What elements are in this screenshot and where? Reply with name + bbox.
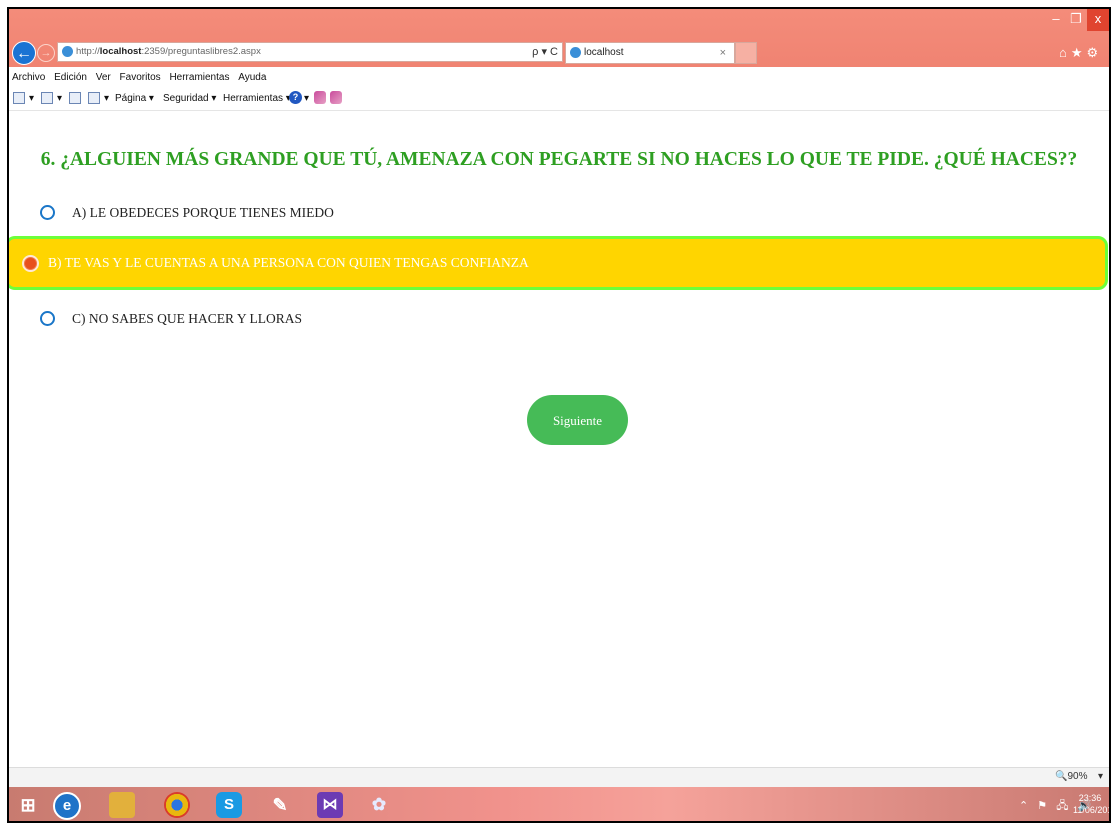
status-bar: 🔍90% ▾ [9,767,1109,788]
menu-favoritos[interactable]: Favoritos [120,67,161,88]
option-c-label: C) NO SABES QUE HACER Y LLORAS [72,311,303,326]
clock-time: 23:36 [1078,793,1102,803]
menu-ver[interactable]: Ver [96,67,111,88]
tab-close-icon[interactable]: × [720,43,726,63]
option-c[interactable]: C) NO SABES QUE HACER Y LLORAS [9,304,1109,334]
ie-tab-icon [570,46,581,58]
windows-start-icon[interactable]: ⊞ [15,792,41,818]
command-bar: ▾ ▾ ▾ Página ▾ Seguridad ▾ Herramientas … [9,88,1109,111]
browser-window: – ❐ x ← → http://localhost:2359/pregunta… [9,9,1109,821]
menu-herramientas[interactable]: Herramientas [169,67,229,88]
visual-studio-icon[interactable]: ⋈ [317,792,343,818]
home-favorites-tools-icons[interactable]: ⌂★⚙ [1059,45,1102,61]
print-icon[interactable] [88,92,100,104]
security-menu[interactable]: Seguridad ▾ [163,91,216,107]
tools-app-icon[interactable]: ✎ [267,792,293,818]
option-a-label: A) LE OBEDECES PORQUE TIENES MIEDO [72,205,334,220]
screenshot-frame: – ❐ x ← → http://localhost:2359/pregunta… [7,7,1111,823]
option-a[interactable]: A) LE OBEDECES PORQUE TIENES MIEDO [9,198,1109,228]
feeds-icon[interactable] [41,92,53,104]
help-icon[interactable]: ? [289,91,302,104]
new-tab-button[interactable] [735,42,757,64]
close-button[interactable]: x [1087,9,1109,31]
radio-option-b[interactable] [22,255,39,272]
radio-option-a[interactable] [40,205,55,220]
ie-page-icon [62,45,73,57]
back-button[interactable]: ← [12,41,36,65]
home-page-icon[interactable] [13,92,25,104]
question-title: 6. ¿ALGUIEN MÁS GRANDE QUE TÚ, AMENAZA C… [40,149,1078,170]
home-dropdown-icon[interactable]: ▾ [29,91,34,107]
research-icon[interactable] [314,91,326,104]
address-scheme: http:// [76,46,100,57]
zoom-dropdown-icon[interactable]: ▾ [1098,771,1103,782]
option-b-selected[interactable]: B) TE VAS Y LE CUENTAS A UNA PERSONA CON… [9,236,1108,290]
clock[interactable]: 23:36 11/06/2015 [1073,792,1109,816]
print-dropdown-icon[interactable]: ▾ [104,91,109,107]
option-b-label: B) TE VAS Y LE CUENTAS A UNA PERSONA CON… [48,255,529,270]
title-bar: – ❐ x ← → http://localhost:2359/pregunta… [9,9,1109,67]
menu-bar: Archivo Edición Ver Favoritos Herramient… [9,67,1109,88]
forward-button[interactable]: → [37,44,55,62]
chrome-icon[interactable] [164,792,190,818]
zoom-level[interactable]: 🔍90% [1055,771,1087,782]
paint-app-icon[interactable]: ✿ [366,792,392,818]
radio-option-c[interactable] [40,311,55,326]
skype-icon[interactable]: S [216,792,242,818]
address-bar[interactable]: http://localhost:2359/preguntaslibres2.a… [57,42,563,62]
restore-button[interactable]: ❐ [1063,9,1089,31]
next-button[interactable]: Siguiente [527,395,628,445]
menu-ayuda[interactable]: Ayuda [238,67,266,88]
help-dropdown-icon[interactable]: ▾ [304,91,309,107]
search-refresh-icons[interactable]: ρ ▾ C [532,43,558,61]
file-explorer-icon[interactable] [109,792,135,818]
taskbar: ⊞ e S ✎ ⋈ ✿ ⌃ ⚑ 🖧 🔊 23:36 11/06/2015 [9,787,1109,821]
clock-date: 11/06/2015 [1073,805,1109,815]
page-menu[interactable]: Página ▾ [115,91,154,107]
internet-explorer-icon[interactable]: e [53,792,81,820]
tab-title: localhost [584,47,624,58]
tools-menu[interactable]: Herramientas ▾ [223,91,291,107]
menu-edicion[interactable]: Edición [54,67,87,88]
onenote-icon[interactable] [330,91,342,104]
mail-icon[interactable] [69,92,81,104]
address-path: :2359/preguntaslibres2.aspx [141,46,261,57]
feeds-dropdown-icon[interactable]: ▾ [57,91,62,107]
address-host: localhost [99,46,142,57]
tab-localhost[interactable]: localhost × [565,42,735,64]
menu-archivo[interactable]: Archivo [12,67,45,88]
